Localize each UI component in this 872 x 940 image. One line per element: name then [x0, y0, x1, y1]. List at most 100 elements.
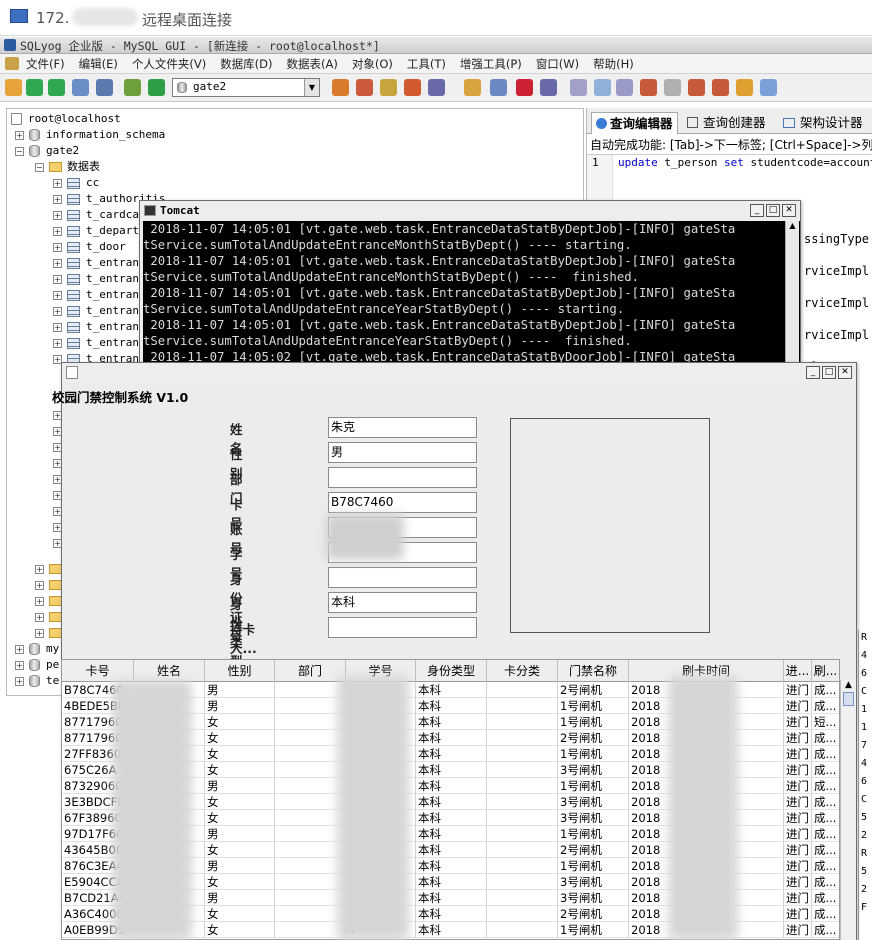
- tree-table-item[interactable]: + t_entran: [53, 303, 139, 319]
- form-field[interactable]: 朱克: [328, 417, 477, 438]
- collapse-icon[interactable]: −: [15, 146, 24, 156]
- column-header[interactable]: 门禁名称: [558, 660, 629, 682]
- expand-icon[interactable]: +: [35, 628, 44, 638]
- sql-editor[interactable]: 1 update t_person set studentcode=accoun…: [587, 154, 872, 205]
- tab-schema-designer[interactable]: 架构设计器: [783, 112, 863, 131]
- tab-query-editor[interactable]: 查询编辑器: [591, 112, 678, 134]
- tree-db-item[interactable]: + te: [15, 673, 59, 689]
- form-field[interactable]: B78C7460: [328, 492, 477, 513]
- tree-table-item[interactable]: + t_entran: [53, 335, 139, 351]
- form-field[interactable]: [328, 617, 477, 638]
- refresh-icon[interactable]: [148, 79, 165, 96]
- expand-icon[interactable]: +: [53, 178, 62, 188]
- column-header[interactable]: 卡号: [62, 660, 134, 682]
- access-title-bar[interactable]: _ □ ✕: [62, 363, 856, 383]
- import-icon[interactable]: [404, 79, 421, 96]
- connect-icon[interactable]: [5, 79, 22, 96]
- tree-db-information-schema[interactable]: + information_schema: [15, 127, 165, 143]
- tree-table-item[interactable]: + t_door: [53, 239, 126, 255]
- run-all-icon[interactable]: [48, 79, 65, 96]
- column-header[interactable]: 进...: [784, 660, 812, 682]
- tree-root[interactable]: root@localhost: [11, 111, 121, 127]
- network-icon[interactable]: [760, 79, 777, 96]
- expand-icon[interactable]: +: [53, 210, 62, 220]
- menu-item-5[interactable]: 对象(O): [352, 56, 393, 72]
- tree-db-item[interactable]: + pe: [15, 657, 59, 673]
- tree-db-item[interactable]: + my: [15, 641, 59, 657]
- expand-icon[interactable]: +: [15, 644, 24, 654]
- minimize-icon[interactable]: _: [806, 366, 820, 379]
- expand-icon[interactable]: +: [35, 564, 44, 574]
- expand-icon[interactable]: +: [35, 612, 44, 622]
- expand-icon[interactable]: +: [35, 596, 44, 606]
- menu-item-1[interactable]: 编辑(E): [79, 56, 118, 72]
- menu-item-9[interactable]: 帮助(H): [593, 56, 634, 72]
- function-icon[interactable]: [640, 79, 657, 96]
- collapse-icon[interactable]: −: [35, 162, 44, 172]
- tomcat-title-bar[interactable]: Tomcat _ □ ✕: [140, 201, 800, 221]
- menu-item-0[interactable]: 文件(F): [26, 56, 65, 72]
- procedure-icon[interactable]: [616, 79, 633, 96]
- tree-table-item[interactable]: + t_entran: [53, 319, 139, 335]
- menu-item-6[interactable]: 工具(T): [407, 56, 446, 72]
- column-header[interactable]: 刷...: [812, 660, 839, 682]
- copy-db-icon[interactable]: [124, 79, 141, 96]
- chevron-down-icon[interactable]: ▼: [304, 79, 319, 96]
- tree-table-item[interactable]: + t_entran: [53, 271, 139, 287]
- tree-table-item[interactable]: + t_cardca: [53, 207, 139, 223]
- tree-table-item[interactable]: + cc: [53, 175, 99, 191]
- scroll-up-icon[interactable]: ▲: [841, 680, 856, 692]
- index-icon[interactable]: [712, 79, 729, 96]
- tools-icon[interactable]: [490, 79, 507, 96]
- column-header[interactable]: 性别: [205, 660, 275, 682]
- form-field[interactable]: 男: [328, 442, 477, 463]
- menu-item-7[interactable]: 增强工具(P): [460, 56, 522, 72]
- menu-item-2[interactable]: 个人文件夹(V): [132, 56, 206, 72]
- expand-icon[interactable]: +: [53, 322, 62, 332]
- expand-icon[interactable]: +: [53, 226, 62, 236]
- tab-query-builder[interactable]: 查询创建器: [687, 112, 766, 131]
- trigger-icon[interactable]: [664, 79, 681, 96]
- tree-folder-tables[interactable]: − 数据表: [35, 159, 100, 175]
- tree-table-item[interactable]: + t_entran: [53, 255, 139, 271]
- expand-icon[interactable]: +: [53, 338, 62, 348]
- tomcat-scrollbar[interactable]: ▲: [785, 221, 799, 371]
- close-icon[interactable]: ✕: [782, 204, 796, 217]
- search-icon[interactable]: [516, 79, 533, 96]
- export-icon[interactable]: [380, 79, 397, 96]
- edit-icon[interactable]: [72, 79, 89, 96]
- expand-icon[interactable]: +: [53, 242, 62, 252]
- run-icon[interactable]: [26, 79, 43, 96]
- event-icon[interactable]: [688, 79, 705, 96]
- backup-icon[interactable]: [332, 79, 349, 96]
- menu-item-8[interactable]: 窗口(W): [536, 56, 579, 72]
- form-field[interactable]: 本科: [328, 592, 477, 613]
- expand-icon[interactable]: +: [15, 660, 24, 670]
- column-header[interactable]: 卡分类: [487, 660, 558, 682]
- expand-icon[interactable]: +: [35, 580, 44, 590]
- scroll-thumb[interactable]: [843, 692, 854, 706]
- close-icon[interactable]: ✕: [838, 366, 852, 379]
- maximize-icon[interactable]: □: [766, 204, 780, 217]
- column-header[interactable]: 部门: [275, 660, 346, 682]
- user-icon[interactable]: [464, 79, 481, 96]
- expand-icon[interactable]: +: [53, 290, 62, 300]
- form-field[interactable]: [328, 467, 477, 488]
- expand-icon[interactable]: +: [53, 306, 62, 316]
- expand-icon[interactable]: +: [15, 676, 24, 686]
- expand-icon[interactable]: +: [53, 274, 62, 284]
- job-icon[interactable]: [428, 79, 445, 96]
- backup2-icon[interactable]: [736, 79, 753, 96]
- expand-icon[interactable]: +: [53, 194, 62, 204]
- table-scrollbar[interactable]: ▲: [840, 680, 856, 940]
- tree-table-item[interactable]: + t_entran: [53, 287, 139, 303]
- db-select[interactable]: gate2 ▼: [172, 78, 320, 97]
- save-icon[interactable]: [96, 79, 113, 96]
- tree-table-item[interactable]: + t_depart: [53, 223, 139, 239]
- scroll-up-icon[interactable]: ▲: [786, 221, 799, 230]
- schema-icon[interactable]: [540, 79, 557, 96]
- menu-item-3[interactable]: 数据库(D): [220, 56, 272, 72]
- maximize-icon[interactable]: □: [822, 366, 836, 379]
- sync-icon[interactable]: [356, 79, 373, 96]
- minimize-icon[interactable]: _: [750, 204, 764, 217]
